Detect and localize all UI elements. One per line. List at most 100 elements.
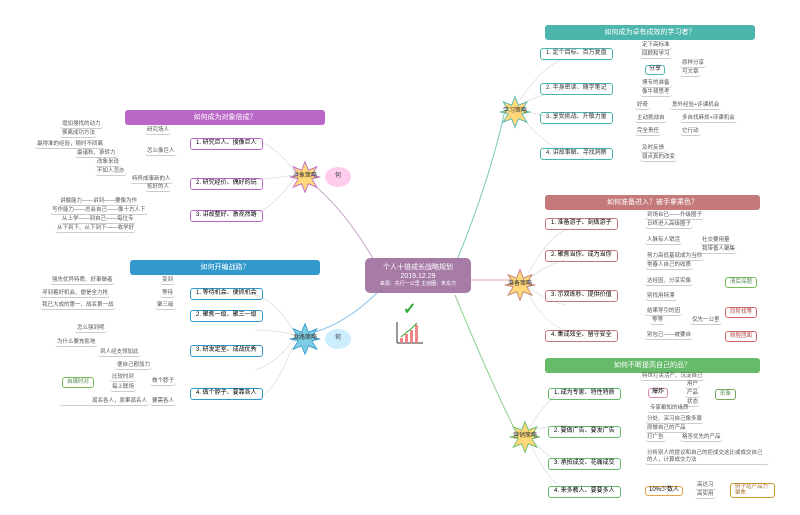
prep-leaf: 人脉有人销活 bbox=[645, 237, 682, 245]
learn-leaf: 多自找麻烦+评课机会 bbox=[680, 115, 737, 123]
learn-leaf: 定下高标准 bbox=[640, 42, 672, 50]
road-burst-label: 发路策略 bbox=[293, 335, 317, 343]
learn-leaf: 博专的准备 bbox=[640, 80, 672, 88]
road-tag: 自媒时对 bbox=[62, 377, 94, 388]
thing-leaf: 最得准的经验，随时不同离 bbox=[35, 141, 105, 149]
center-title: 个人十倍成长战略规划 2019.12.29 来源：先行一公里 主创圈：朱东方 bbox=[365, 258, 471, 293]
road-leaf: 便自己剧加力 bbox=[115, 362, 152, 370]
market-leaf: 用户 bbox=[685, 381, 700, 389]
thing-item-2: 2. 研究经价、偶好的玩 bbox=[190, 178, 263, 190]
market-leaf: 产品 bbox=[685, 390, 700, 398]
market-leaf: 分处、深习自己像多骤 bbox=[645, 416, 704, 424]
road-item-2: 2. 聚焦一级、聚三一级 bbox=[190, 310, 263, 322]
market-leaf: 专家都知的缘质 bbox=[648, 405, 691, 413]
learn-leaf: 它行动 bbox=[680, 128, 701, 136]
road-leaf: 比较时对 bbox=[110, 374, 136, 382]
thing-item-1: 1. 研究巨人、搜像巨人 bbox=[190, 138, 263, 150]
prep-item-1: 1. 准备游子、刻做游子 bbox=[545, 218, 618, 230]
market-leaf: 原做自己的产品 bbox=[645, 425, 688, 433]
prep-tag: 侧脸团面 bbox=[725, 331, 757, 342]
prep-leaf: 达经因、分享实像 bbox=[645, 278, 693, 286]
road-leaf: 强先优异特质、好事做者 bbox=[50, 277, 115, 285]
road-item-3: 3. 研发定室、成战优秀 bbox=[190, 345, 263, 357]
thing-leaf: 增加搜找的动力 bbox=[60, 121, 103, 129]
market-leaf: 特世打关活产、沉淀自己 bbox=[640, 373, 705, 381]
learn-leaf: 主动挑战自 bbox=[635, 115, 667, 123]
market-item-2: 2. 要做广告、要发广告 bbox=[548, 426, 621, 438]
learn-burst: 学习策略 bbox=[495, 95, 535, 129]
market-leaf: 打广告 bbox=[645, 434, 666, 442]
learn-leaf: 可文章 bbox=[680, 69, 701, 77]
prep-leaf: 结果导引的因 bbox=[645, 308, 682, 316]
prep-leaf: 常春人自己的收质 bbox=[645, 262, 693, 270]
road-leaf: 要需各人 bbox=[150, 398, 176, 406]
road-leaf: 变到 bbox=[160, 277, 175, 285]
thing-burst: 对象策略 bbox=[285, 160, 325, 194]
learn-leaf: 完全责任 bbox=[635, 128, 661, 136]
road-leaf: 怎么强到呢 bbox=[75, 325, 107, 333]
prep-leaf: 等等 bbox=[650, 317, 665, 325]
thing-leaf: 最诸秋、承转力 bbox=[75, 150, 118, 158]
learn-item-4: 4. 讲故事解、寻找洞察 bbox=[540, 148, 613, 160]
learn-item-1: 1. 定个目标、百万复盘 bbox=[540, 48, 613, 60]
learn-item-3: 3. 享受挑战、升敬力量 bbox=[540, 112, 613, 124]
prep-leaf: 仅先一公里 bbox=[690, 317, 722, 325]
market-leaf: 格答优先的产品 bbox=[680, 434, 723, 442]
road-leaf: 聚三级 bbox=[155, 302, 176, 310]
market-sub: 爆炸 bbox=[648, 388, 668, 398]
road-leaf: 到人经支领加此 bbox=[98, 349, 141, 357]
prep-leaf: 社交要用量 bbox=[700, 237, 732, 245]
title-date: 2019.12.29 bbox=[373, 272, 463, 281]
thing-leaf: 特异成事新的人 bbox=[130, 176, 173, 184]
prep-item-2: 2. 聚焦当你、成为当你 bbox=[545, 250, 618, 262]
prep-item-4: 4. 集成效全、留守安全 bbox=[545, 330, 618, 342]
thing-leaf: 改象米说 bbox=[95, 159, 121, 167]
prep-leaf: 别包已——被要自 bbox=[645, 332, 693, 340]
road-item-4: 4. 做个脖子、要靠各人 bbox=[190, 388, 263, 400]
market-leaf: 高达习 bbox=[695, 482, 716, 490]
learn-leaf: 好奇 bbox=[635, 102, 650, 110]
learn-item-2: 2. 半身密读、随学笔记 bbox=[540, 83, 613, 95]
thing-leaf: 写作能力——总会自己——像十方人下 bbox=[50, 207, 148, 215]
thing-leaf: 不如人怎办 bbox=[95, 168, 127, 176]
market-tag: 例子站产品力聚焦 bbox=[730, 483, 775, 498]
thing-leaf: 抵好的人 bbox=[145, 184, 171, 192]
prep-item-3: 3. 示双练秒、提供价值 bbox=[545, 290, 618, 302]
learn-sub: 分享 bbox=[645, 65, 665, 75]
market-sub: 10%少数人 bbox=[645, 486, 683, 496]
road-burst: 发路策略 bbox=[285, 322, 325, 356]
learn-leaf: 弱点真的改变 bbox=[640, 154, 677, 162]
prep-tag: 同阶找等 bbox=[725, 307, 757, 318]
learn-leaf: 及时反馈 bbox=[640, 145, 666, 153]
road-leaf: 做个脖子 bbox=[150, 378, 176, 386]
thing-leaf: 讲摄能力——讲到——要像为作 bbox=[58, 198, 139, 206]
prep-leaf: 我带善人聚集 bbox=[700, 246, 737, 254]
learn-leaf: 原样分享 bbox=[680, 60, 706, 68]
prep-leaf: 努力高低基就成为当你 bbox=[645, 253, 704, 261]
thing-leaf: 怎么像巨人 bbox=[145, 148, 177, 156]
learn-leaf: 回顾和学习 bbox=[640, 51, 672, 59]
road-leaf: 我已大成的第一、战名第一战 bbox=[40, 302, 116, 310]
thing-item-3: 3. 讲故整好、激视然路 bbox=[190, 210, 263, 222]
road-leaf: 每上联场 bbox=[110, 384, 136, 392]
thing-header: 如何成为对象倍成？ bbox=[125, 110, 325, 125]
thing-leaf: 换离成功方法 bbox=[60, 130, 97, 138]
prep-burst: 准备策略 bbox=[500, 268, 540, 302]
chart-icon bbox=[395, 320, 425, 345]
market-leaf: 分析别人的提议和自己的拒成交这比或成交自己的人，计算成交力法 bbox=[645, 450, 769, 465]
title-text: 个人十倍成长战略规划 bbox=[373, 263, 463, 272]
road-circle: 何 bbox=[325, 329, 351, 349]
market-header: 如何不断提高自己的品？ bbox=[545, 358, 760, 373]
learn-header: 如何成为卓有成效的学习者？ bbox=[545, 25, 755, 40]
thing-circle: 何 bbox=[325, 167, 351, 187]
thing-leaf: 从下到下、从下到下——收学好 bbox=[55, 225, 136, 233]
learn-leaf: 像牛顿思考 bbox=[640, 89, 672, 97]
thing-burst-label: 对象策略 bbox=[293, 173, 317, 181]
road-leaf: 为什么要充影地 bbox=[55, 339, 98, 347]
thing-leaf: 从上学——到自己——每位专 bbox=[60, 216, 136, 224]
market-item-4: 4. 来多教人、要要多人 bbox=[548, 486, 621, 498]
road-header: 如何开编战路？ bbox=[130, 260, 320, 275]
market-item-3: 3. 承拍成交、花痛成交 bbox=[548, 458, 621, 470]
market-leaf: 高实用 bbox=[695, 491, 716, 499]
prep-tag: 清后深题 bbox=[725, 277, 757, 288]
